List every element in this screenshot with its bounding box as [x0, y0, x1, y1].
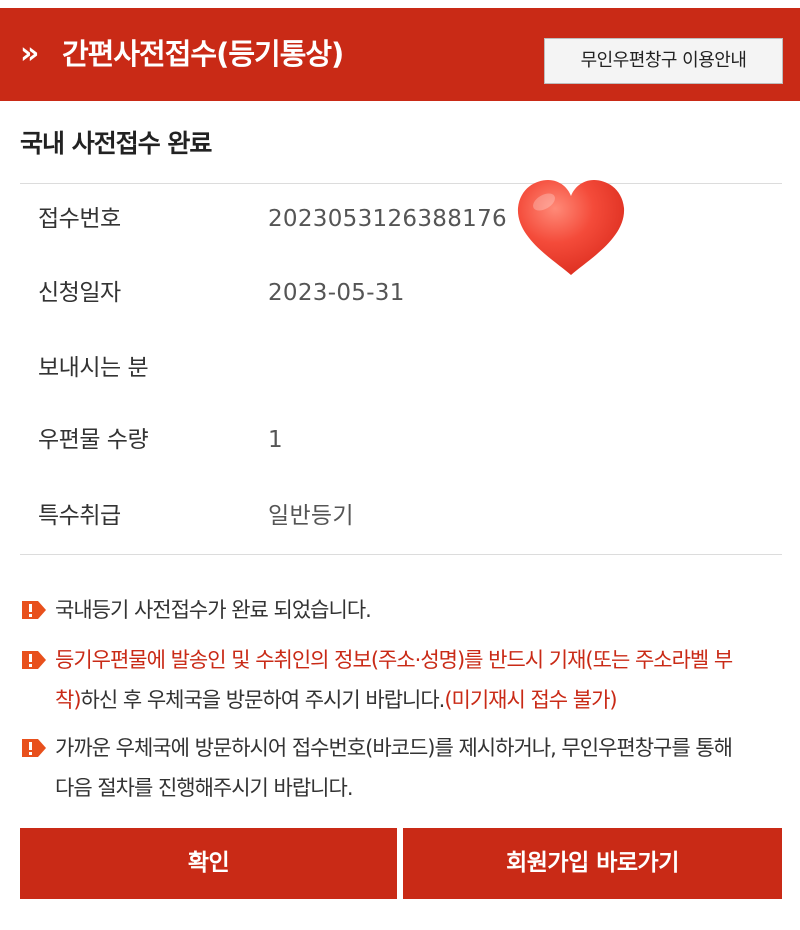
divider-bottom: [20, 554, 782, 555]
sender-label: 보내시는 분: [38, 355, 149, 381]
quantity-value: 1: [268, 427, 283, 453]
kiosk-guide-button[interactable]: 무인우편창구 이용안내: [544, 38, 783, 84]
notice-text-2-line-2: 착)하신 후 우체국을 방문하여 주시기 바랍니다.(미기재시 접수 불가): [55, 680, 775, 720]
section-title: 국내 사전접수 완료: [20, 129, 212, 158]
header-bar: » 간편사전접수(등기통상) 무인우편창구 이용안내: [0, 8, 800, 101]
notice-text-2-red-2: (미기재시 접수 불가): [444, 688, 617, 712]
receipt-number-value: 20230531263881​76: [268, 206, 507, 232]
signup-button[interactable]: 회원가입 바로가기: [403, 828, 782, 899]
heart-icon: [517, 180, 625, 275]
info-row-receipt-number: 접수번호 20230531263881​76: [0, 199, 800, 239]
quantity-label: 우편물 수량: [38, 427, 149, 453]
notice-text-3-line-2: 다음 절차를 진행해주시기 바랍니다.: [55, 776, 354, 800]
application-date-label: 신청일자: [38, 280, 121, 306]
info-row-special-handling: 특수취급 일반등기: [0, 496, 800, 536]
notice-text-3-line-1: 가까운 우체국에 방문하시어 접수번호(바코드)를 제시하거나, 무인우편창구를…: [55, 736, 733, 760]
receipt-number-label: 접수번호: [38, 206, 121, 232]
notice-text-2-line-1: 등기우편물에 발송인 및 수취인의 정보(주소·성명)를 반드시 기재(또는 주…: [55, 648, 733, 672]
divider-top: [20, 183, 782, 184]
notice-text-2-black: 하신 후 우체국을 방문하여 주시기 바랍니다.: [80, 688, 446, 712]
info-row-quantity: 우편물 수량 1: [0, 420, 800, 460]
info-row-application-date: 신청일자 2023-05-31: [0, 273, 800, 313]
page-title: 간편사전접수(등기통상): [62, 37, 344, 71]
notice-text-2-red: 착): [55, 688, 81, 712]
chevron-double-right-icon: »: [20, 36, 39, 71]
special-handling-value: 일반등기: [268, 503, 354, 529]
special-handling-label: 특수취급: [38, 503, 121, 529]
application-date-value: 2023-05-31: [268, 280, 405, 306]
info-row-sender: 보내시는 분: [0, 348, 800, 388]
warning-tag-icon: [22, 651, 46, 669]
notice-text-1: 국내등기 사전접수가 완료 되었습니다.: [55, 598, 372, 622]
warning-tag-icon: [22, 739, 46, 757]
warning-tag-icon: [22, 601, 46, 619]
confirm-button[interactable]: 확인: [20, 828, 397, 899]
